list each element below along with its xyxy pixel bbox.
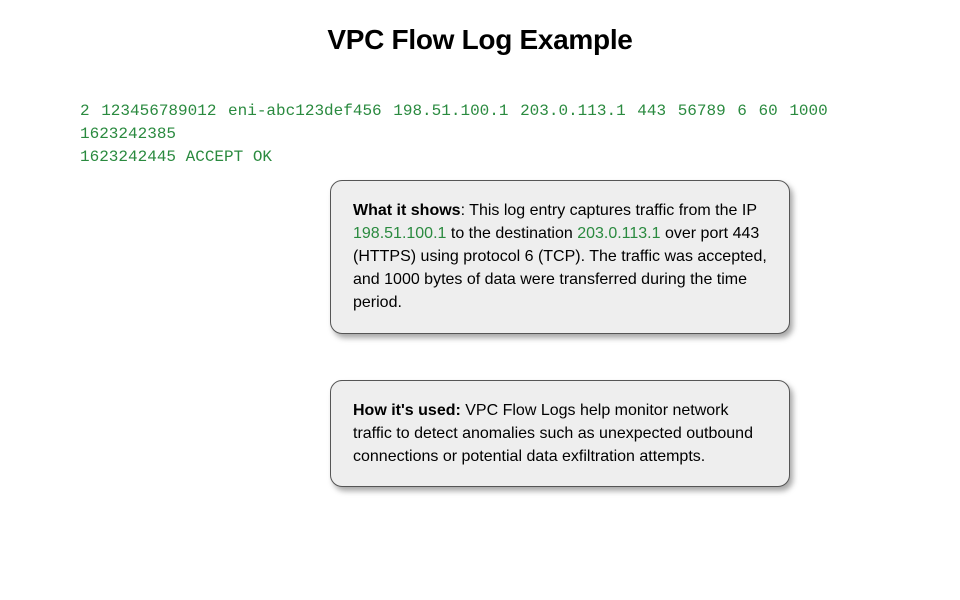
source-ip: 198.51.100.1 (353, 225, 446, 242)
flow-log-tail: 1623242445 ACCEPT OK (80, 148, 272, 166)
dest-ip: 203.0.113.1 (577, 225, 660, 242)
how-its-used-label: How it's used: (353, 402, 461, 419)
how-its-used-card: How it's used: VPC Flow Logs help monito… (330, 380, 790, 488)
flow-log-main: 2 123456789012 eni-abc123def456 198.51.1… (80, 102, 839, 143)
what-it-shows-card: What it shows: This log entry captures t… (330, 180, 790, 334)
explanation-cards: What it shows: This log entry captures t… (0, 170, 960, 488)
flow-log-entry: 2 123456789012 eni-abc123def456 198.51.1… (0, 56, 960, 170)
what-it-shows-pre: : This log entry captures traffic from t… (461, 202, 757, 219)
page-title: VPC Flow Log Example (0, 0, 960, 56)
what-it-shows-mid: to the destination (446, 225, 577, 242)
what-it-shows-label: What it shows (353, 202, 461, 219)
